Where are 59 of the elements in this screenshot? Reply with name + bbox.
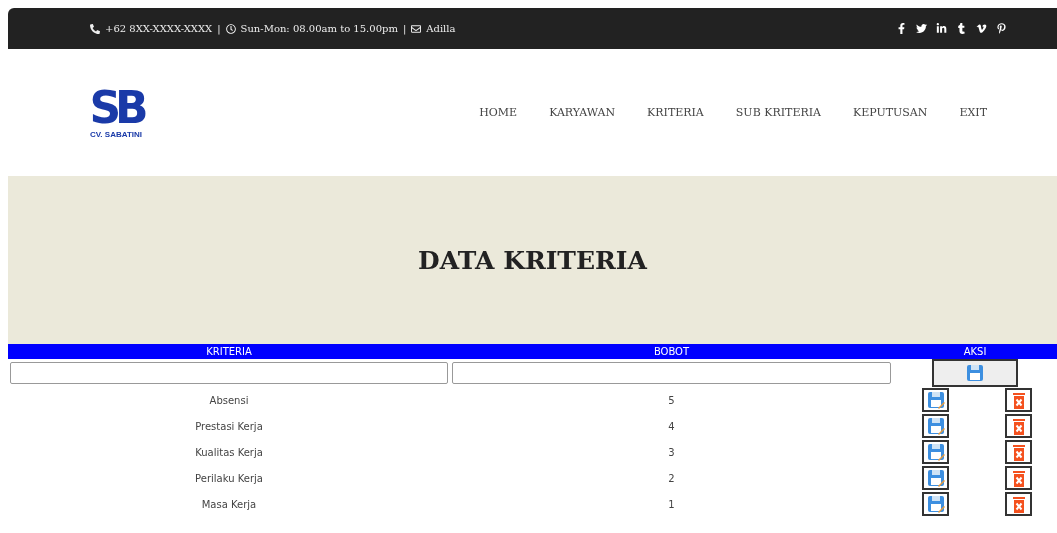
floppy-pencil-icon: [926, 417, 945, 435]
kriteria-input[interactable]: [10, 362, 448, 384]
floppy-pencil-icon: [926, 495, 945, 513]
nav-link[interactable]: SUB KRITERIA: [735, 106, 821, 119]
nav-link[interactable]: HOME: [479, 106, 518, 119]
table-cell: 5: [668, 394, 675, 406]
trash-icon: [1011, 469, 1026, 487]
twitter-icon[interactable]: [916, 23, 927, 34]
nav-link[interactable]: KRITERIA: [647, 106, 704, 119]
floppy-pencil-icon: [926, 443, 945, 461]
phone-icon: [90, 23, 100, 34]
trash-icon: [1011, 443, 1026, 461]
email-text: Adilla: [426, 23, 456, 34]
column-header: KRITERIA: [206, 346, 252, 357]
edit-button[interactable]: [922, 492, 949, 516]
logo-mark: SB: [89, 86, 143, 130]
linkedin-icon[interactable]: [936, 23, 947, 34]
opening-hours: Sun-Mon: 08.00am to 15.00pm: [240, 23, 398, 34]
floppy-pencil-icon: [926, 469, 945, 487]
edit-button[interactable]: [922, 388, 949, 412]
pinterest-icon[interactable]: [996, 23, 1007, 34]
floppy-pencil-icon: [926, 391, 945, 409]
table-cell: Prestasi Kerja: [195, 420, 263, 432]
edit-button[interactable]: [922, 440, 949, 464]
vimeo-icon[interactable]: [976, 23, 987, 34]
clock-icon: [225, 23, 236, 34]
table-cell: Masa Kerja: [201, 498, 257, 510]
table-cell: 2: [668, 472, 675, 484]
table-cell: Kualitas Kerja: [195, 446, 263, 458]
delete-button[interactable]: [1005, 388, 1032, 412]
save-button[interactable]: [932, 359, 1018, 387]
table-cell: 1: [668, 498, 675, 510]
bobot-input[interactable]: [452, 362, 891, 384]
column-header: BOBOT: [653, 346, 690, 357]
separator: |: [402, 23, 407, 34]
separator: |: [217, 23, 221, 34]
tumblr-icon[interactable]: [956, 23, 967, 34]
column-header: AKSI: [963, 346, 987, 357]
table-cell: Absensi: [209, 394, 249, 406]
edit-button[interactable]: [922, 414, 949, 438]
trash-icon: [1011, 495, 1026, 513]
page-title: DATA KRITERIA: [418, 245, 647, 275]
delete-button[interactable]: [1005, 440, 1032, 464]
envelope-icon: [411, 23, 422, 34]
delete-button[interactable]: [1005, 492, 1032, 516]
nav-link[interactable]: EXIT: [959, 106, 987, 119]
nav-link[interactable]: KARYAWAN: [549, 106, 616, 119]
phone-number: +62 8XX-XXXX-XXXX: [105, 23, 213, 34]
delete-button[interactable]: [1005, 414, 1032, 438]
company-name: CV. SABATINI: [90, 130, 142, 139]
facebook-icon[interactable]: [896, 23, 907, 34]
delete-button[interactable]: [1005, 466, 1032, 490]
nav-link[interactable]: KEPUTUSAN: [853, 106, 928, 119]
edit-button[interactable]: [922, 466, 949, 490]
table-cell: Perilaku Kerja: [195, 472, 263, 484]
trash-icon: [1011, 391, 1026, 409]
table-cell: 3: [668, 446, 675, 458]
trash-icon: [1011, 417, 1026, 435]
table-cell: 4: [668, 420, 675, 432]
